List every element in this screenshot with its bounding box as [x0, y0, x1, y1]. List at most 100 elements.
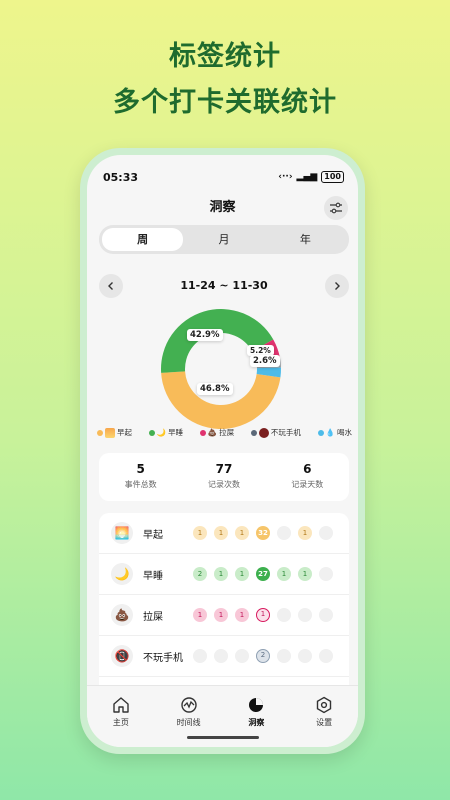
date-navigator: 11-24 ~ 11-30 [99, 274, 349, 298]
home-indicator [187, 736, 259, 739]
habit-day-count [277, 608, 291, 622]
legend-label: 拉屎 [219, 428, 235, 437]
habit-day-count [319, 567, 333, 581]
legend-item: 不玩手机 [250, 427, 301, 438]
habit-day-circles: 1111 [193, 608, 333, 622]
period-segmented-control: 周 月 年 [99, 225, 349, 254]
habit-day-count: 1 [214, 526, 228, 540]
habit-day-count [319, 526, 333, 540]
status-icons: ‹··› ▂▄▆ 100 [278, 171, 344, 183]
legend-label: 早睡 [168, 428, 184, 437]
habit-name: 早睡 [143, 570, 163, 582]
habit-name: 不玩手机 [143, 652, 183, 664]
prev-week-button[interactable] [99, 274, 123, 298]
legend-label: 不玩手机 [270, 428, 301, 437]
habit-day-count: 1 [214, 608, 228, 622]
settings-icon [316, 696, 332, 714]
segment-month[interactable]: 月 [183, 228, 264, 251]
habit-day-count: 1 [298, 567, 312, 581]
stat-label: 事件总数 [124, 480, 157, 489]
legend-item: 💧 喝水 [317, 427, 352, 438]
habit-icon: 🌙 [111, 563, 133, 585]
legend-dot [148, 429, 155, 436]
habit-day-count: 1 [235, 526, 249, 540]
habit-day-count [277, 526, 291, 540]
habit-day-circles: 2 [193, 649, 333, 663]
hotspot-icon: ‹··› [278, 172, 293, 182]
legend-item: 🌙 早睡 [148, 427, 184, 438]
habit-day-count: 1 [235, 567, 249, 581]
stat-label: 记录次数 [207, 480, 240, 489]
habit-day-circles: 1 1 1 32 1 [193, 526, 333, 540]
habit-icon: 💩 [111, 604, 133, 626]
habit-day-count [214, 649, 228, 663]
filter-button[interactable] [324, 196, 348, 220]
habit-day-count: 1 [256, 608, 270, 622]
tab-settings[interactable]: 设置 [290, 686, 358, 747]
legend-item: 💩 拉屎 [199, 427, 235, 438]
legend-dot [317, 429, 324, 436]
habit-day-count [319, 608, 333, 622]
status-time: 05:33 [103, 170, 139, 184]
legend-label: 早起 [117, 428, 132, 437]
legend-dot [199, 429, 206, 436]
tab-label: 洞察 [248, 718, 265, 727]
stat-value: 77 [215, 462, 233, 476]
insight-icon [249, 698, 264, 712]
habit-day-count [193, 649, 207, 663]
habit-row[interactable]: 📵 不玩手机 2 [99, 636, 349, 677]
habit-day-count: 1 [277, 567, 291, 581]
page-title: 洞察 [209, 200, 236, 215]
no-phone-icon [258, 427, 269, 438]
habit-day-count [277, 649, 291, 663]
stat-label: 记录天数 [291, 480, 324, 489]
tab-label: 主页 [112, 718, 129, 727]
next-week-button[interactable] [325, 274, 349, 298]
habit-day-count: 1 [298, 526, 312, 540]
chart-legend: 早起 🌙 早睡 💩 拉屎 不玩手机 💧 喝水 [97, 427, 352, 438]
habit-day-count: 27 [256, 567, 270, 581]
signal-icon: ▂▄▆ [296, 172, 318, 182]
habit-name: 拉屎 [143, 611, 163, 623]
habit-day-count: 1 [214, 567, 228, 581]
habit-day-count [319, 649, 333, 663]
droplet-icon: 💧 [325, 428, 335, 437]
headline-subtitle: 多个打卡关联统计 [113, 87, 337, 118]
habit-day-count: 1 [193, 526, 207, 540]
habit-day-circles: 2 1 1 27 1 1 [193, 567, 333, 581]
donut-chart: 42.9% 46.8% 5.2% 2.6% [157, 305, 285, 433]
legend-dot [97, 429, 103, 436]
segment-year[interactable]: 年 [265, 228, 346, 251]
habit-day-count: 32 [256, 526, 270, 540]
title-bar: 洞察 [87, 195, 358, 221]
habit-day-count: 1 [235, 608, 249, 622]
habit-day-count [298, 649, 312, 663]
status-bar: 05:33 ‹··› ▂▄▆ 100 [103, 169, 344, 185]
habit-row[interactable]: 🌙 早睡 2 1 1 27 1 1 [99, 554, 349, 595]
stat-record-count: 77 记录次数 [182, 453, 265, 501]
pie-label-early-sleep: 42.9% [187, 329, 223, 341]
sliders-icon [330, 202, 342, 214]
pie-label-no-phone: 2.6% [250, 355, 280, 367]
habit-day-count [298, 608, 312, 622]
timeline-icon [180, 697, 197, 713]
habit-row[interactable]: 💩 拉屎 1 1 1 1 [99, 595, 349, 636]
tab-label: 时间线 [176, 718, 201, 727]
stat-value: 5 [136, 462, 145, 476]
tab-label: 设置 [316, 718, 333, 727]
stat-event-total: 5 事件总数 [99, 453, 182, 501]
moon-icon: 🌙 [156, 428, 167, 437]
habit-day-count: 2 [256, 649, 270, 663]
habit-row[interactable]: 🌅 早起 1 1 1 32 1 [99, 513, 349, 554]
habit-name: 早起 [143, 529, 163, 541]
tab-home[interactable]: 主页 [87, 686, 155, 747]
habit-day-count: 1 [193, 608, 207, 622]
habit-icon: 📵 [111, 645, 133, 667]
habit-icon: 🌅 [111, 522, 133, 544]
legend-dot [250, 429, 257, 436]
headline-title: 标签统计 [169, 41, 281, 72]
segment-week[interactable]: 周 [102, 228, 184, 251]
legend-item: 早起 [97, 427, 132, 438]
date-range: 11-24 ~ 11-30 [180, 279, 268, 292]
home-icon [113, 697, 129, 713]
